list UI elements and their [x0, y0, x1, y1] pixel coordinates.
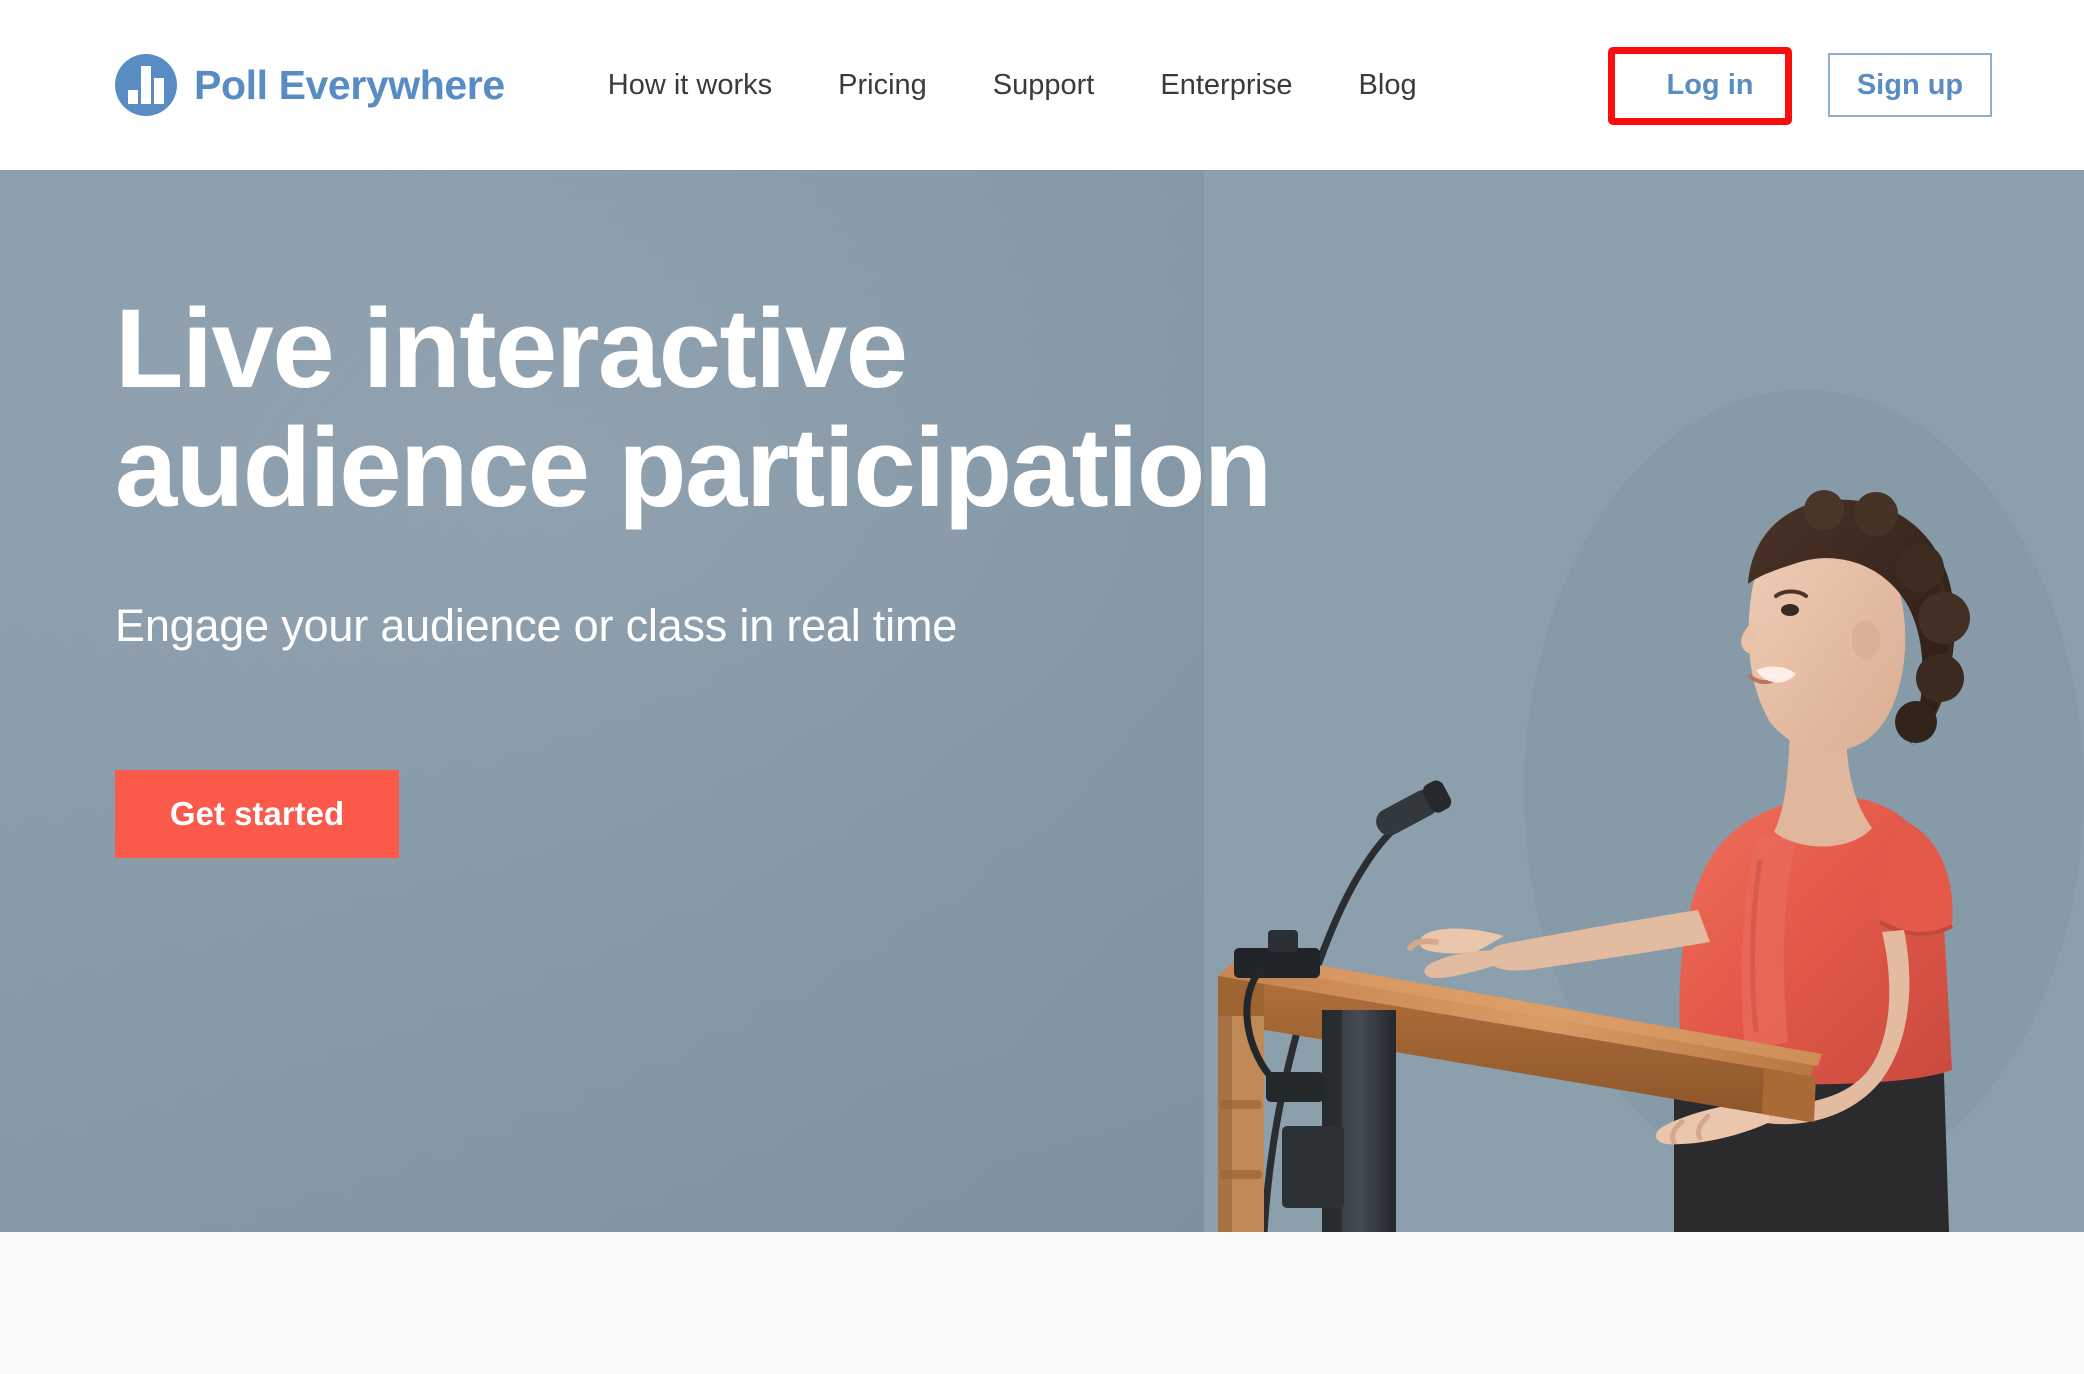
site-header: Poll Everywhere How it works Pricing Sup… [0, 0, 2084, 170]
nav-link-blog[interactable]: Blog [1326, 71, 1450, 100]
hero-section: Live interactive audience participation … [0, 170, 2084, 1232]
hero-subtitle: Engage your audience or class in real ti… [115, 600, 957, 652]
brand-logo[interactable]: Poll Everywhere [115, 54, 505, 116]
sign-up-button[interactable]: Sign up [1828, 53, 1992, 117]
main-navigation: How it works Pricing Support Enterprise … [575, 71, 1450, 100]
below-fold-section [0, 1232, 2084, 1374]
nav-link-enterprise[interactable]: Enterprise [1127, 71, 1325, 100]
bar-chart-circle-icon [115, 54, 177, 116]
poll-everywhere-landing-page: Poll Everywhere How it works Pricing Sup… [0, 0, 2084, 1374]
nav-link-pricing[interactable]: Pricing [805, 71, 960, 100]
nav-link-support[interactable]: Support [960, 71, 1128, 100]
get-started-button[interactable]: Get started [115, 770, 399, 858]
hero-title: Live interactive audience participation [115, 290, 1315, 527]
brand-name: Poll Everywhere [194, 65, 505, 106]
speaker-at-podium-photo [1204, 170, 2084, 1232]
log-in-button[interactable]: Log in [1630, 54, 1790, 116]
auth-actions: Log in Sign up [1630, 53, 1992, 117]
nav-link-how-it-works[interactable]: How it works [575, 71, 805, 100]
